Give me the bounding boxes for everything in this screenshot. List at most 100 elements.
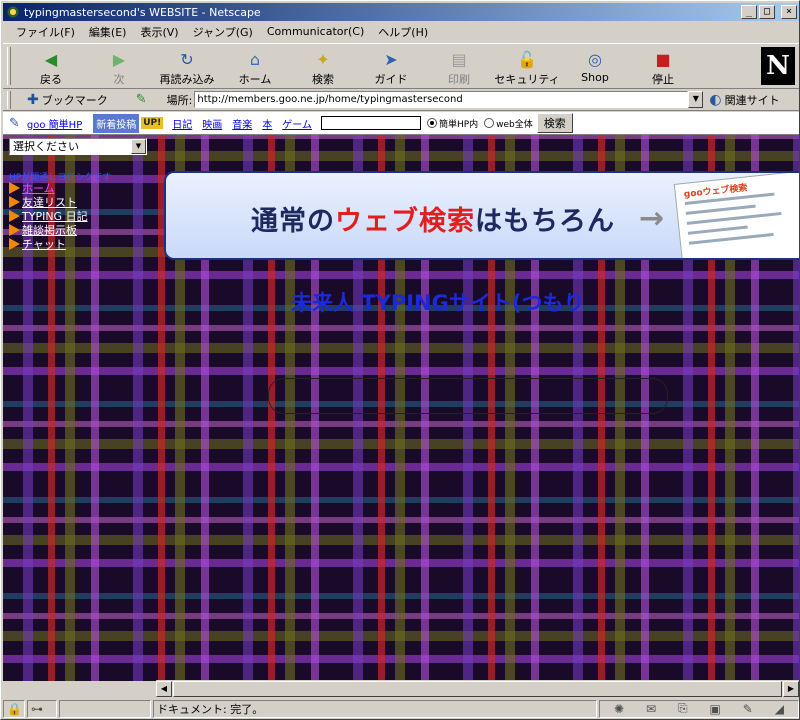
radio-simple-hp[interactable]: 簡単HP内 [426,117,478,130]
bookmarks-button[interactable]: ✚ ブックマーク [27,92,108,108]
print-button[interactable]: ▤ 印刷 [425,44,493,88]
back-button[interactable]: ◀ 戻る [17,44,85,88]
chevron-down-icon[interactable]: ▼ [131,139,146,154]
radio-web-all-dot [484,118,495,128]
site-title: 未来人 TYPINGサイト(つもり [291,291,585,315]
triangle-bullet-icon [9,238,20,250]
scroll-left-button[interactable]: ◀ [156,681,172,697]
radio-web-all-label: web全体 [496,119,533,130]
minimize-button[interactable]: _ [741,5,757,19]
page-proxy-icon[interactable]: ✎ [136,92,147,107]
url-field[interactable]: http://members.goo.ne.jp/home/typingmast… [194,91,689,108]
nav-item-home[interactable]: ホーム [9,181,88,195]
menu-edit[interactable]: 編集(E) [82,24,134,40]
page-select-dropdown[interactable]: 選択ください ▼ [9,138,147,155]
goo-ad-banner[interactable]: 通常のウェブ検索はもちろん → gooウェブ検索 [164,171,799,260]
back-icon: ◀ [44,49,58,69]
navigator-icon[interactable]: ✺ [614,702,624,716]
nav-item-chat[interactable]: チャット [9,237,88,251]
close-button[interactable]: × [781,5,797,19]
nav-item-diary[interactable]: TYPING 日記 [9,209,88,223]
bookmark-icon: ✚ [27,91,39,108]
nav-item-bbs[interactable]: 雑談掲示板 [9,223,88,237]
diary-link[interactable]: 日記 [167,116,197,131]
home-label: ホーム [238,73,272,86]
security-status-cell[interactable]: 🔒 [3,699,25,718]
forward-label: 次 [113,73,125,86]
menu-file[interactable]: ファイル(F) [9,24,82,40]
reload-button[interactable]: ↻ 再読み込み [153,44,221,88]
banner-shot-line [685,204,756,215]
page-select-value: 選択ください [13,140,79,153]
browser-window: typingmastersecond's WEBSITE - Netscape … [0,0,800,720]
bookmarks-label: ブックマーク [41,93,108,107]
scroll-thumb[interactable] [173,681,782,697]
toolbar-grip[interactable] [7,47,11,85]
search-icon: ✦ [316,49,330,69]
nav-item-friends[interactable]: 友達リスト [9,195,88,209]
shop-button[interactable]: ◎ Shop [561,44,629,88]
menu-view[interactable]: 表示(V) [133,24,185,40]
nav-home-link[interactable]: ホーム [22,182,55,195]
horizontal-scrollbar[interactable]: ◀ ▶ [156,680,799,697]
lock-icon: 🔓 [517,49,537,69]
nav-diary-link[interactable]: TYPING 日記 [22,210,88,223]
component-bar: ✺ ✉ ⎘ ▣ ✎ ◢ [599,699,799,718]
nav-friends-link[interactable]: 友達リスト [22,196,77,209]
game-link[interactable]: ゲーム [277,116,317,131]
home-button[interactable]: ⌂ ホーム [221,44,289,88]
status-bar: 🔒 ⊶ ドキュメント: 完了。 ✺ ✉ ⎘ ▣ ✎ ◢ [3,698,799,719]
location-bar: ✚ ブックマーク ✎ 場所: http://members.goo.ne.jp/… [3,89,799,111]
menu-help[interactable]: ヘルプ(H) [371,24,435,40]
address-book-icon[interactable]: ▣ [710,702,721,716]
search-button[interactable]: ✦ 検索 [289,44,357,88]
goo-toolbar: ✎ goo 簡単HP 新着投稿 UP! 日記 映画 音楽 本 ゲーム 簡単HP内… [3,112,799,135]
scroll-right-button[interactable]: ▶ [783,681,799,697]
related-sites-label: 関連サイト [724,93,780,107]
security-label: セキュリティ [494,73,560,86]
new-posts-link[interactable]: 新着投稿 [93,113,140,133]
lock-status-icon: 🔒 [7,701,22,716]
guide-button[interactable]: ➤ ガイド [357,44,425,88]
banner-text: 通常のウェブ検索はもちろん [251,199,615,238]
mail-icon[interactable]: ✉ [646,702,656,716]
status-text: ドキュメント: 完了。 [153,699,597,718]
forward-button[interactable]: ▶ 次 [85,44,153,88]
netscape-logo[interactable]: N [761,47,795,85]
goo-search-input[interactable] [320,116,421,130]
goo-search-button[interactable]: 検索 [536,113,573,133]
resize-grip-icon[interactable]: ◢ [775,702,784,716]
page-content: 選択ください ▼ HPが開通しヨロシクです ホーム 友達リスト TYPING 日… [3,135,799,681]
sidebar-nav: ホーム 友達リスト TYPING 日記 雑談掲示板 チャット [9,181,88,251]
nav-chat-link[interactable]: チャット [22,238,66,251]
music-link[interactable]: 音楽 [227,116,257,131]
maximize-button[interactable]: □ [759,5,775,19]
nav-bbs-link[interactable]: 雑談掲示板 [22,224,77,237]
navigation-toolbar: ◀ 戻る ▶ 次 ↻ 再読み込み ⌂ ホーム ✦ 検索 ➤ ガイド ▤ 印刷 🔓 [3,43,799,89]
guide-icon: ➤ [384,49,398,69]
banner-text-part1: 通常の [251,206,335,237]
security-button[interactable]: 🔓 セキュリティ [493,44,561,88]
print-label: 印刷 [448,73,470,86]
movie-link[interactable]: 映画 [197,116,227,131]
netscape-app-icon [6,5,20,19]
banner-text-highlight: ウェブ検索 [335,206,475,237]
menu-communicator[interactable]: Communicator(C) [260,25,371,38]
stop-label: 停止 [652,73,674,86]
marquee-box [268,378,668,414]
goo-pen-icon: ✎ [9,115,20,131]
banner-shot-line [687,225,748,235]
related-sites-button[interactable]: ◐ 関連サイト [709,92,779,108]
stop-button[interactable]: ■ 停止 [629,44,697,88]
composer-icon[interactable]: ✎ [743,702,753,716]
locbar-grip[interactable] [7,91,11,109]
banner-text-part2: はもちろん [475,206,615,237]
back-label: 戻る [40,73,62,86]
book-link[interactable]: 本 [257,116,277,131]
triangle-bullet-icon [9,196,20,208]
radio-web-all[interactable]: web全体 [484,117,533,130]
menu-go[interactable]: ジャンプ(G) [186,24,260,40]
url-dropdown-button[interactable]: ▼ [688,91,704,108]
goo-home-link[interactable]: ✎ goo 簡単HP [5,116,91,131]
newsgroups-icon[interactable]: ⎘ [678,701,688,716]
